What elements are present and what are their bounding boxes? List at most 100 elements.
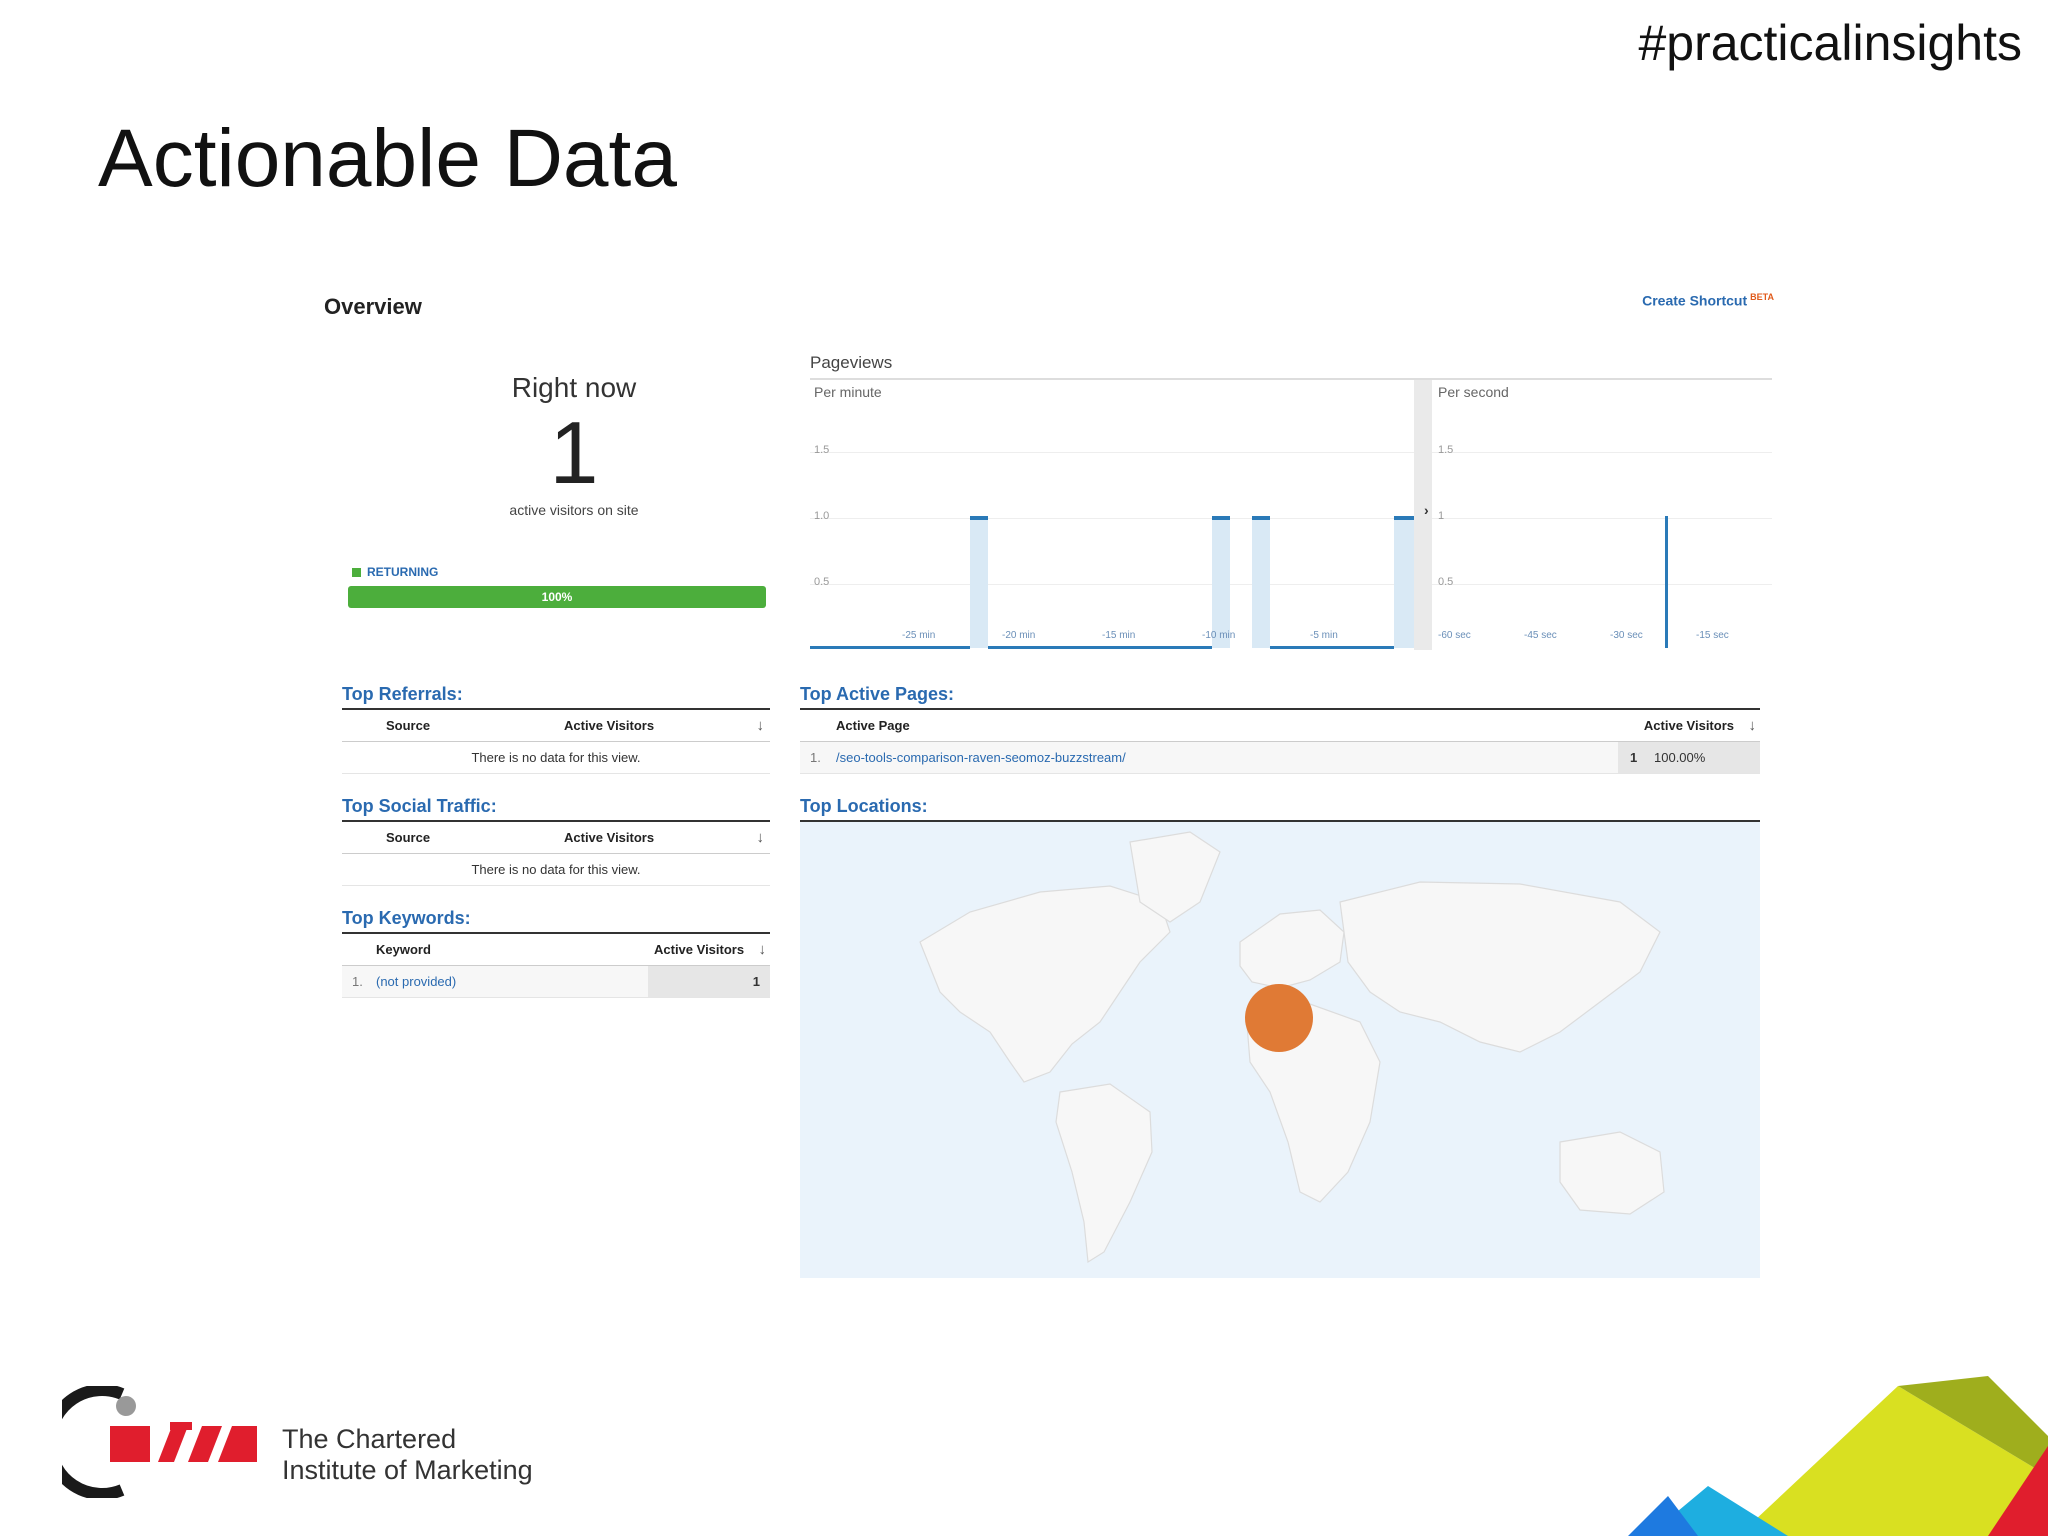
south-america-shape [1055,1083,1153,1264]
cim-name-line1: The Chartered [282,1424,457,1454]
returning-swatch-icon [352,567,361,577]
y-tick-label: 1.5 [814,444,830,456]
returning-legend: RETURNING [352,565,438,579]
pageview-bar-top [1394,516,1414,520]
north-america-shape [919,885,1171,1083]
column-active-visitors[interactable]: Active Visitors [564,830,654,845]
gridline [1432,518,1772,519]
x-tick-label: -15 min [1102,630,1136,641]
sort-arrow-icon[interactable]: ↓ [1749,717,1757,734]
column-active-visitors[interactable]: Active Visitors [1644,718,1734,733]
pageview-bar [970,518,988,648]
top-keywords-table: Keyword Active Visitors ↓ 1. (not provid… [342,932,770,998]
returning-label: RETURNING [367,565,439,579]
x-tick-label: -20 min [1002,630,1036,641]
page-visitors: 1 [1630,750,1638,765]
pageview-bar [1252,518,1270,648]
top-keywords-title: Top Keywords: [342,908,471,928]
pageview-bar [1394,518,1414,648]
y-tick-label: 1.5 [1438,444,1454,456]
value-cell-bg [648,966,770,997]
decorative-triangles-icon [1628,1376,2048,1536]
x-tick-label: -5 min [1310,630,1338,641]
y-tick-label: 0.5 [1438,576,1454,588]
cim-name: The Chartered Institute of Marketing [282,1424,533,1486]
beta-badge: BETA [1750,292,1774,302]
sort-arrow-icon[interactable]: ↓ [759,941,767,958]
y-tick-label: 1.0 [814,510,830,522]
column-active-page[interactable]: Active Page [836,718,910,733]
gridline [1432,452,1772,453]
location-marker [1245,984,1313,1052]
pageview-bar-top [1212,516,1230,520]
australia-shape [1559,1131,1665,1215]
x-tick-label: -15 sec [1696,630,1729,641]
x-tick-label: -25 min [902,630,936,641]
europe-shape [1239,909,1345,989]
table-row: There is no data for this view. [342,742,770,774]
top-active-pages-table: Active Page Active Visitors ↓ 1. /seo-to… [800,708,1760,774]
pageview-bar [1212,518,1230,648]
column-keyword[interactable]: Keyword [376,942,431,957]
analytics-screenshot: Overview Create Shortcut BETA Right now 1… [320,280,1780,1280]
column-active-visitors[interactable]: Active Visitors [654,942,744,957]
keyword-link[interactable]: (not provided) [376,974,456,989]
gridline [1432,584,1772,585]
y-tick-label: 1 [1438,510,1445,522]
chart-baseline [810,646,970,649]
top-social-table: Source Active Visitors ↓ There is no dat… [342,820,770,886]
gridline [810,584,1414,585]
create-shortcut-link[interactable]: Create Shortcut BETA [1642,292,1774,309]
column-source[interactable]: Source [386,718,430,733]
x-tick-label: -30 sec [1610,630,1643,641]
active-visitor-count: 1 [549,403,599,502]
y-tick-label: 0.5 [814,576,830,588]
table-header: Keyword Active Visitors ↓ [342,934,770,966]
slide-title: Actionable Data [98,113,677,204]
pageview-bar-top [1252,516,1270,520]
create-shortcut-label: Create Shortcut [1642,292,1748,309]
top-locations-title: Top Locations: [800,796,928,816]
table-header: Source Active Visitors ↓ [342,822,770,854]
keyword-visitors: 1 [752,974,760,989]
top-referrals-table: Source Active Visitors ↓ There is no dat… [342,708,770,774]
active-visitors-caption: active visitors on site [509,502,639,518]
table-row: 1. (not provided) 1 [342,966,770,998]
active-page-link[interactable]: /seo-tools-comparison-raven-seomoz-buzzs… [836,750,1126,765]
chart-baseline [1270,646,1394,649]
per-minute-label: Per minute [814,384,882,400]
pageviews-label: Pageviews [810,353,893,372]
per-second-label: Per second [1438,384,1509,400]
gridline [810,518,1414,519]
x-tick-label: -45 sec [1524,630,1557,641]
chart-divider [1414,380,1432,650]
row-index: 1. [352,974,363,989]
chevron-right-icon[interactable]: › [1424,502,1429,518]
cim-name-line2: Institute of Marketing [282,1455,533,1485]
right-now-panel: Right now 1 active visitors on site [344,372,804,518]
x-tick-label: -10 min [1202,630,1236,641]
sort-arrow-icon[interactable]: ↓ [757,717,765,734]
x-tick-label: -60 sec [1438,630,1471,641]
pageview-bar-top [970,516,988,520]
table-header: Active Page Active Visitors ↓ [800,710,1760,742]
right-now-title: Right now [511,372,637,403]
gridline [810,452,1414,453]
chart-baseline [988,646,1212,649]
top-social-title: Top Social Traffic: [342,796,497,816]
no-data-message: There is no data for this view. [471,750,641,765]
sort-arrow-icon[interactable]: ↓ [757,829,765,846]
column-source[interactable]: Source [386,830,430,845]
no-data-message: There is no data for this view. [471,862,641,877]
cim-logo-icon [62,1386,257,1498]
table-row: There is no data for this view. [342,854,770,886]
world-map-svg [919,831,1665,1264]
asia-shape [1339,881,1661,1053]
page-percent: 100.00% [1654,750,1706,765]
pageview-spike [1665,516,1668,648]
world-map[interactable] [800,820,1760,1278]
hashtag-label: #practicalinsights [1638,15,2022,71]
column-active-visitors[interactable]: Active Visitors [564,718,654,733]
top-active-pages-title: Top Active Pages: [800,684,955,704]
returning-progress-bar: 100% [348,586,766,608]
